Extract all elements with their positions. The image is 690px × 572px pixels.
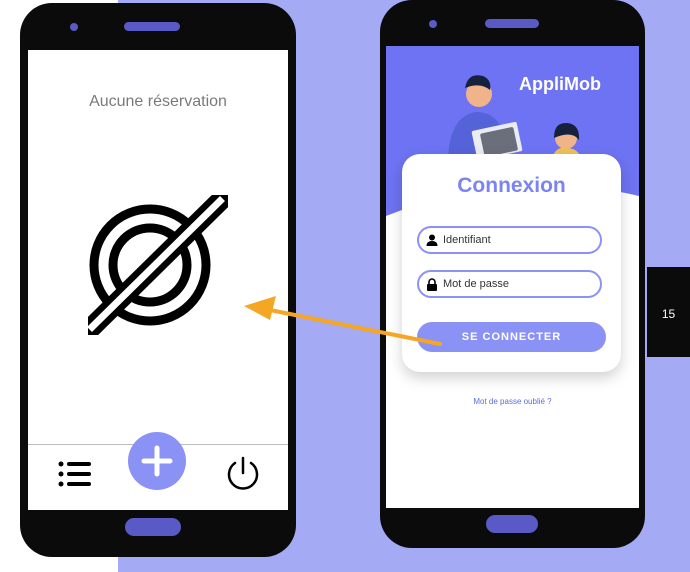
login-title: Connexion (457, 174, 566, 197)
forgot-password-link[interactable]: Mot de passe oublié ? (386, 397, 639, 406)
home-button[interactable] (486, 515, 538, 533)
speaker (124, 22, 180, 31)
user-icon (426, 234, 438, 246)
page-number-tab: 15 (647, 267, 690, 357)
phone-reservations: Aucune réservation (20, 3, 296, 557)
password-input[interactable] (443, 272, 593, 296)
reservations-screen: Aucune réservation (28, 50, 288, 510)
list-icon[interactable] (58, 460, 92, 488)
speaker (485, 19, 539, 28)
camera-icon (429, 20, 437, 28)
navigation-arrow-icon (244, 296, 442, 346)
page-number: 15 (661, 307, 676, 321)
app-name: AppliMob (519, 74, 601, 94)
username-field[interactable] (417, 226, 602, 254)
camera-icon (70, 23, 78, 31)
phone-login: AppliMob Connexion SE CONNECTER Mot de p… (380, 0, 645, 548)
power-icon[interactable] (225, 455, 261, 493)
empty-title: Aucune réservation (89, 93, 227, 110)
home-button[interactable] (125, 518, 181, 536)
username-input[interactable] (443, 228, 593, 252)
no-reservation-icon (88, 195, 228, 335)
add-reservation-button[interactable] (128, 432, 186, 490)
login-screen: AppliMob Connexion SE CONNECTER Mot de p… (386, 46, 639, 508)
plus-icon (141, 445, 173, 477)
